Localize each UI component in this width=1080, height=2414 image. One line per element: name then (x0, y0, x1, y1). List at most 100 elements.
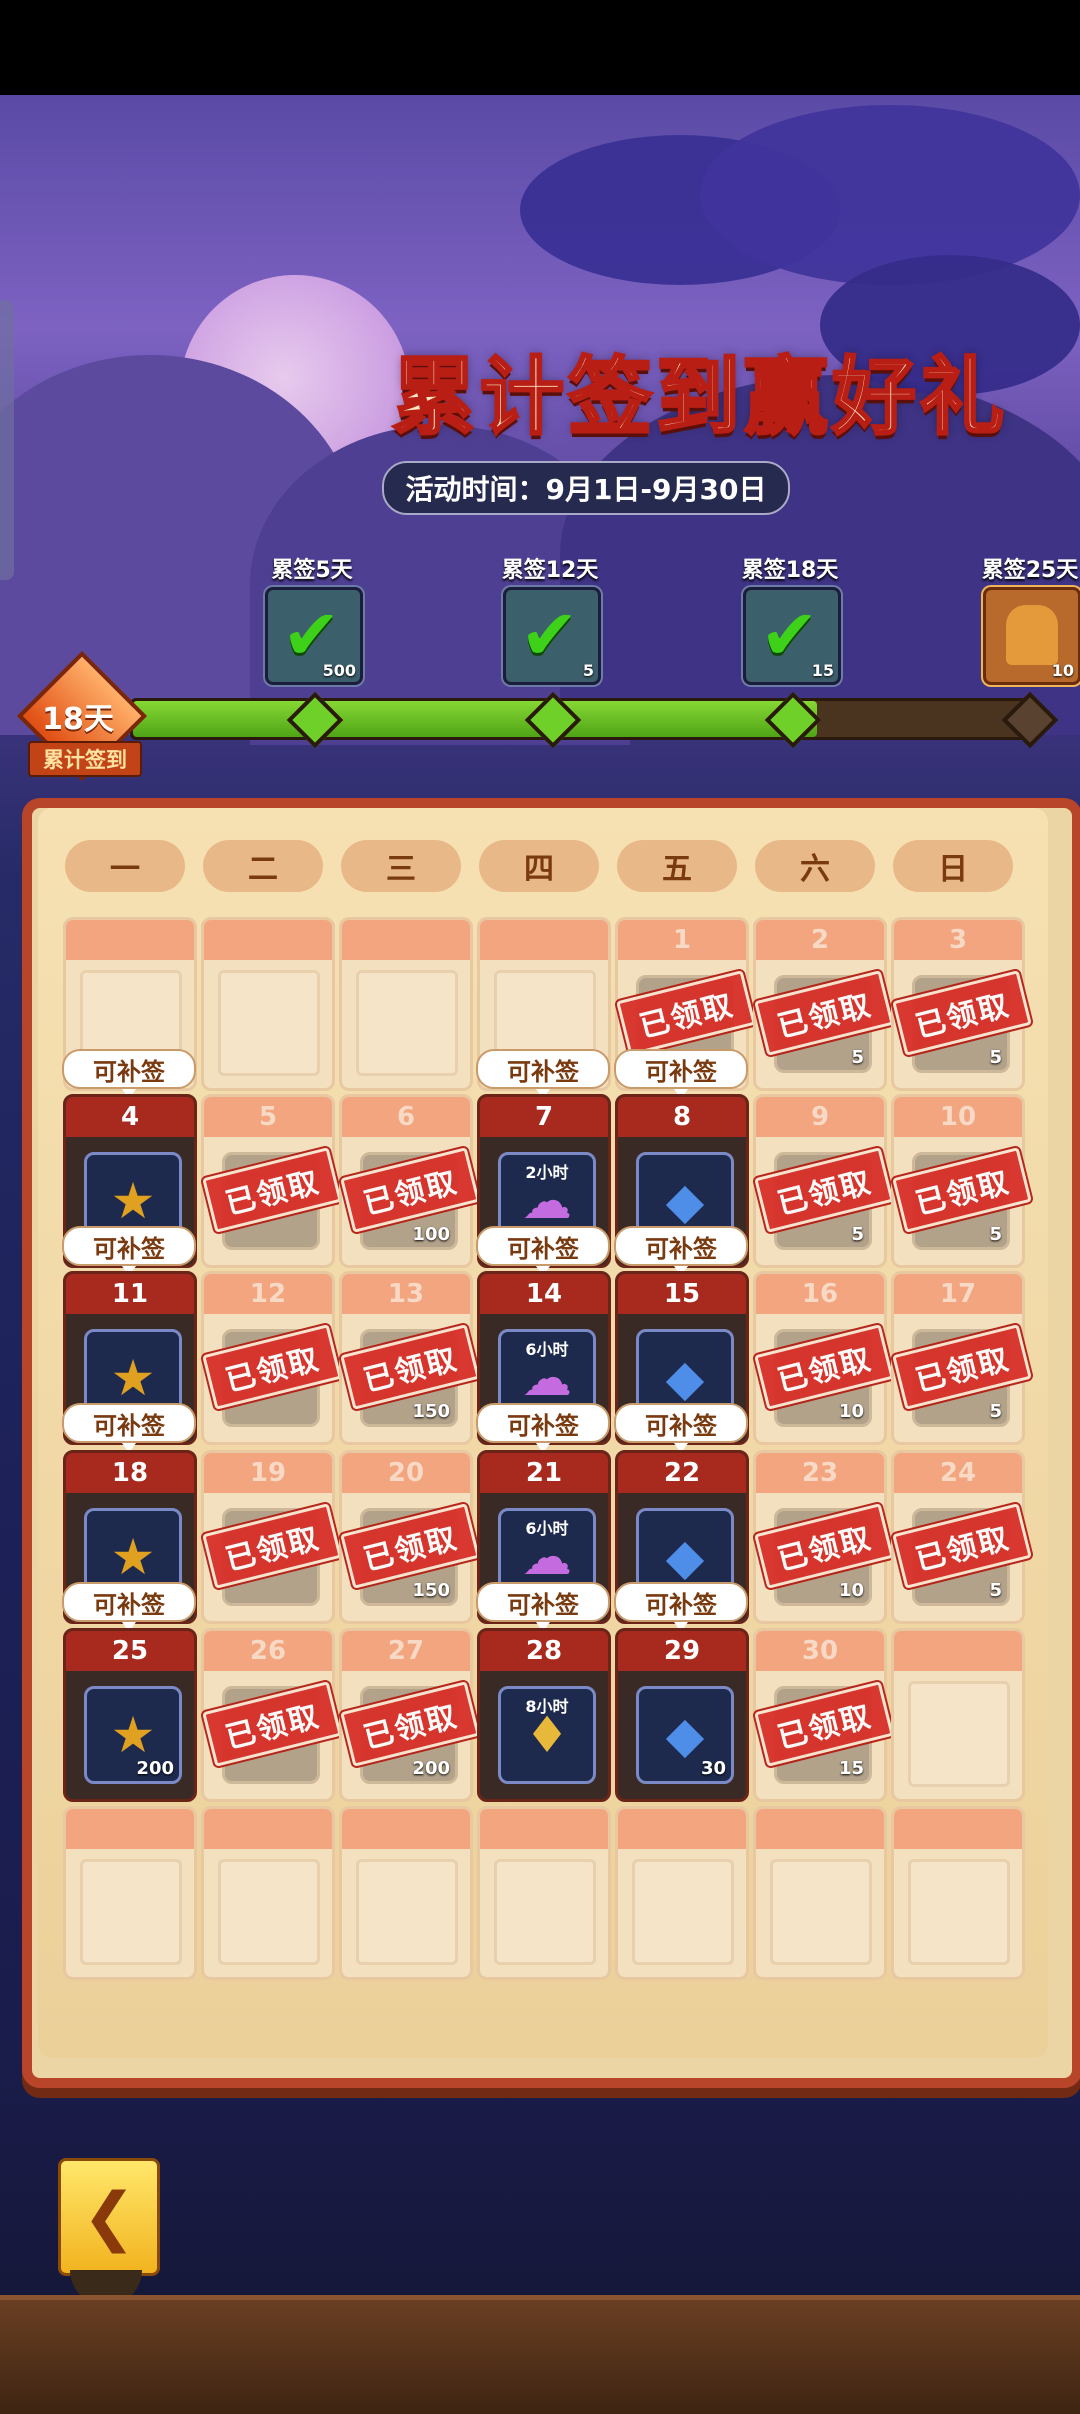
back-arrow-icon: ❮ (82, 2180, 136, 2254)
day-number: 3 (894, 920, 1022, 960)
checkmark-icon: ✔ (520, 594, 579, 676)
makeup-signin-button[interactable]: 可补签 (614, 1049, 748, 1099)
day-number: 29 (618, 1631, 746, 1671)
weekday-header: 四 (479, 840, 599, 892)
day-number: 14 (480, 1274, 608, 1314)
rainbow-star-icon: ★ 200 (84, 1686, 182, 1784)
green-token-icon: ✔ 500 (265, 587, 363, 685)
makeup-signin-button[interactable]: 可补签 (62, 1049, 196, 1099)
empty-slot (908, 1859, 1010, 1965)
event-title: 累计签到赢好礼 (390, 346, 1008, 448)
item-count: 10 (838, 1401, 864, 1422)
calendar-day-cell[interactable] (753, 1806, 887, 1980)
makeup-signin-button[interactable]: 可补签 (62, 1226, 196, 1276)
day-number: 25 (66, 1631, 194, 1671)
day-number: 26 (204, 1631, 332, 1671)
calendar-day-cell[interactable] (339, 917, 473, 1091)
calendar-day-cell[interactable] (63, 1806, 197, 1980)
item-count: 5 (989, 1580, 1002, 1601)
side-handle[interactable] (0, 300, 14, 580)
item-count: 5 (989, 1224, 1002, 1245)
empty-slot (356, 1859, 458, 1965)
day-number: 27 (342, 1631, 470, 1671)
chest-shape (1006, 605, 1058, 665)
day-number (342, 1809, 470, 1849)
item-count: 150 (412, 1401, 450, 1422)
milestone-count: 5 (582, 661, 594, 680)
day-number: 2 (756, 920, 884, 960)
makeup-signin-button[interactable]: 可补签 (614, 1403, 748, 1453)
progress-track (130, 698, 1036, 740)
day-number: 1 (618, 920, 746, 960)
treasure-chest-icon: 10 (983, 587, 1080, 685)
milestone-count: 10 (1051, 661, 1074, 680)
day-number (480, 1809, 608, 1849)
day-number: 30 (756, 1631, 884, 1671)
day-number (204, 1809, 332, 1849)
status-bar (0, 0, 1080, 95)
calendar-day-cell[interactable]: 29 ◆ 30 (615, 1628, 749, 1802)
calendar-day-cell[interactable] (201, 917, 335, 1091)
item-count: 5 (851, 1047, 864, 1068)
makeup-signin-button[interactable]: 可补签 (614, 1226, 748, 1276)
day-number: 5 (204, 1097, 332, 1137)
day-number (894, 1631, 1022, 1671)
checkmark-icon: ✔ (760, 594, 819, 676)
back-button[interactable]: ❮ (58, 2158, 160, 2276)
empty-slot (356, 970, 458, 1076)
day-number: 9 (756, 1097, 884, 1137)
day-number: 7 (480, 1097, 608, 1137)
empty-slot (770, 1859, 872, 1965)
calendar-day-cell[interactable] (339, 1806, 473, 1980)
day-number: 12 (204, 1274, 332, 1314)
calendar-day-cell[interactable] (201, 1806, 335, 1980)
milestone-label: 累签12天 (501, 558, 599, 583)
empty-slot (218, 1859, 320, 1965)
weekday-header: 一 (65, 840, 185, 892)
empty-slot (632, 1859, 734, 1965)
blue-shard-icon: ◆ 30 (636, 1686, 734, 1784)
calendar-day-cell[interactable] (615, 1806, 749, 1980)
empty-slot (908, 1681, 1010, 1787)
gift-bag-icon: ♦ 8小时 (498, 1686, 596, 1784)
makeup-signin-button[interactable]: 可补签 (476, 1049, 610, 1099)
item-count: 5 (989, 1047, 1002, 1068)
weekday-header: 日 (893, 840, 1013, 892)
item-count: 100 (412, 1224, 450, 1245)
empty-slot (218, 970, 320, 1076)
wooden-floor (0, 2300, 1080, 2414)
calendar-day-cell[interactable] (891, 1806, 1025, 1980)
milestone-count: 15 (811, 661, 834, 680)
calendar-day-cell[interactable] (891, 1628, 1025, 1802)
day-number (66, 920, 194, 960)
makeup-signin-button[interactable]: 可补签 (476, 1582, 610, 1632)
calendar-day-cell[interactable]: 28 ♦ 8小时 (477, 1628, 611, 1802)
item-count: 30 (700, 1758, 726, 1779)
day-number (618, 1809, 746, 1849)
calendar-day-cell[interactable]: 25 ★ 200 (63, 1628, 197, 1802)
day-number: 20 (342, 1453, 470, 1493)
day-number: 8 (618, 1097, 746, 1137)
day-number: 4 (66, 1097, 194, 1137)
makeup-signin-button[interactable]: 可补签 (62, 1582, 196, 1632)
makeup-signin-button[interactable]: 可补签 (614, 1582, 748, 1632)
calendar-day-cell[interactable] (477, 1806, 611, 1980)
day-number: 21 (480, 1453, 608, 1493)
milestone-count: 500 (322, 661, 356, 680)
makeup-signin-button[interactable]: 可补签 (476, 1226, 610, 1276)
day-number: 22 (618, 1453, 746, 1493)
tree-decoration (700, 105, 1080, 285)
makeup-signin-button[interactable]: 可补签 (476, 1403, 610, 1453)
item-duration: 6小时 (525, 1519, 569, 1538)
item-count: 5 (851, 1224, 864, 1245)
day-number: 16 (756, 1274, 884, 1314)
day-number: 6 (342, 1097, 470, 1137)
day-number (66, 1809, 194, 1849)
days-value: 18天 (42, 702, 114, 737)
item-duration: 8小时 (525, 1697, 569, 1716)
day-number: 28 (480, 1631, 608, 1671)
day-number: 18 (66, 1453, 194, 1493)
item-count: 5 (989, 1401, 1002, 1422)
day-number (342, 920, 470, 960)
makeup-signin-button[interactable]: 可补签 (62, 1403, 196, 1453)
